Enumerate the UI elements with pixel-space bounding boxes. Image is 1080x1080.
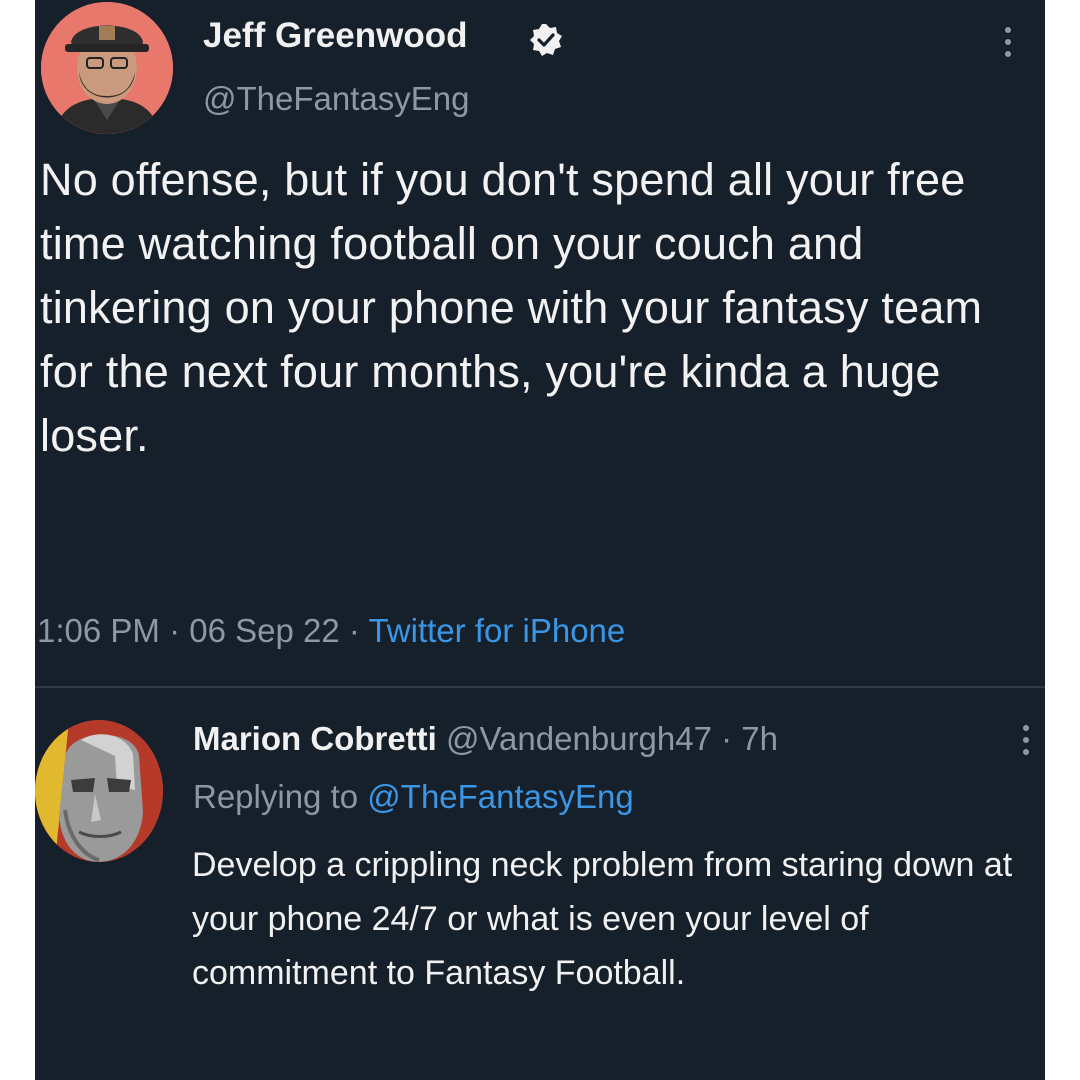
tweet-text: No offense, but if you don't spend all y…	[40, 154, 983, 461]
replying-to: Replying to @TheFantasyEng	[193, 778, 634, 816]
reply-age[interactable]: 7h	[741, 720, 778, 757]
author-avatar[interactable]	[41, 2, 173, 134]
tweet-thread: Jeff Greenwood @TheFantasyEng No offense…	[35, 0, 1045, 1080]
reply-author-handle[interactable]: @Vandenburgh47	[446, 720, 712, 757]
replying-mention-link[interactable]: @TheFantasyEng	[367, 778, 633, 815]
tweet-meta: 1:06 PM · 06 Sep 22 · Twitter for iPhone	[37, 612, 625, 650]
meta-separator: ·	[348, 612, 360, 649]
meta-separator: ·	[169, 612, 181, 649]
replying-label: Replying to	[193, 778, 359, 815]
tweet-date[interactable]: 06 Sep 22	[189, 612, 339, 649]
avatar-portrait	[41, 2, 173, 134]
reply-text: Develop a crippling neck problem from st…	[192, 846, 1013, 992]
verified-badge-icon	[530, 24, 562, 56]
tweet-source-link[interactable]: Twitter for iPhone	[368, 612, 625, 649]
reply-author-name[interactable]: Marion Cobretti	[193, 720, 437, 757]
tweet-time[interactable]: 1:06 PM	[37, 612, 160, 649]
avatar-chrome-mask	[35, 720, 163, 862]
author-name[interactable]: Jeff Greenwood	[203, 16, 467, 56]
reply-header: Marion Cobretti @Vandenburgh47 · 7h	[193, 720, 778, 758]
author-handle[interactable]: @TheFantasyEng	[203, 80, 469, 118]
divider	[35, 686, 1045, 688]
meta-separator: ·	[721, 720, 733, 757]
reply-author-avatar[interactable]	[35, 720, 163, 862]
reply-more-options-icon[interactable]	[1019, 720, 1033, 760]
more-options-icon[interactable]	[1001, 22, 1015, 62]
